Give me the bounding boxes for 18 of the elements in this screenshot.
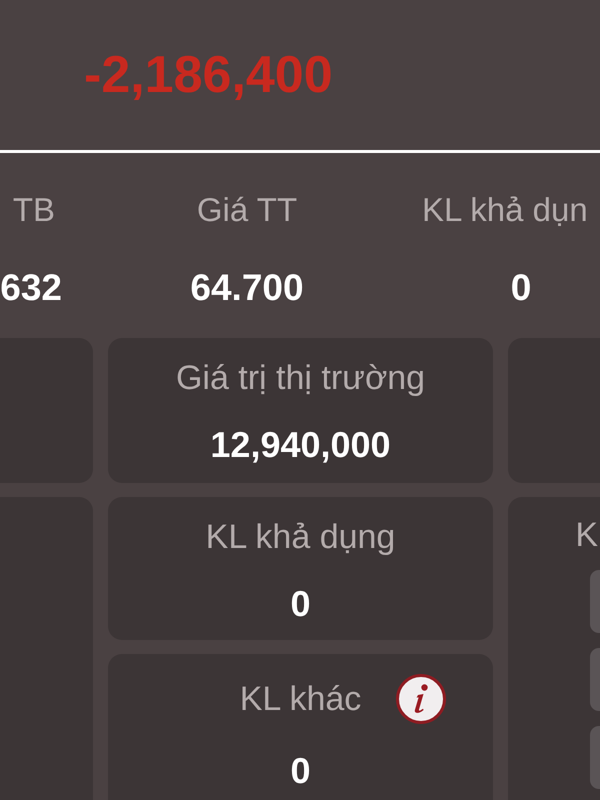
tile <box>590 648 600 711</box>
tile <box>590 726 600 789</box>
card-label: KL khác <box>240 679 362 719</box>
card-value: 0 <box>290 583 311 625</box>
card-label: K <box>575 515 599 555</box>
info-icon[interactable] <box>396 674 446 724</box>
profit-loss-amount: -2,186,400 <box>84 45 333 105</box>
card-value: 12,940,000 <box>210 424 391 466</box>
stat-value: 632 <box>0 266 62 310</box>
tile <box>590 570 600 633</box>
stat-label: Giá TT <box>196 190 298 230</box>
stat-value: 0 <box>510 266 532 310</box>
card-value: 0 <box>290 750 311 792</box>
stat-label: TB <box>12 190 55 230</box>
card-label: Giá trị thị trường <box>176 358 426 398</box>
card-label: KL khả dụng <box>206 517 396 557</box>
stat-value: 64.700 <box>190 266 304 310</box>
stat-label: KL khả dụn <box>422 190 588 230</box>
